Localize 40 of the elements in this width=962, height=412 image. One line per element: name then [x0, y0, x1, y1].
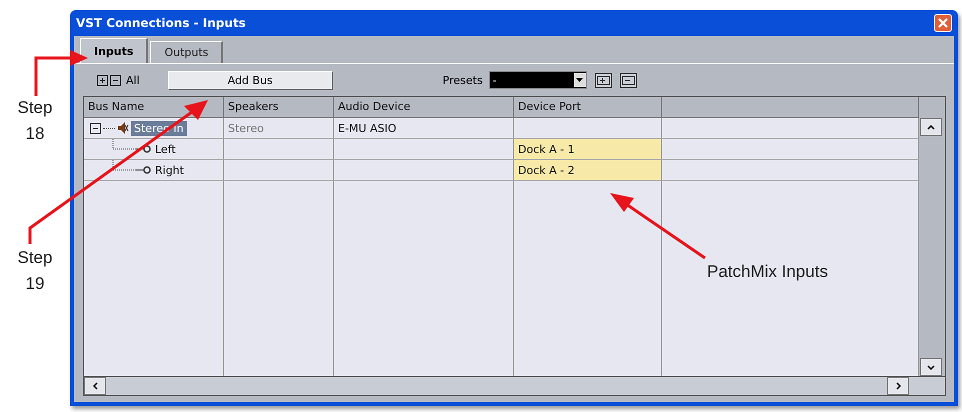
horizontal-scrollbar[interactable] — [84, 376, 945, 395]
callout-label: PatchMix Inputs — [707, 262, 828, 282]
presets-dropdown[interactable]: - — [488, 71, 587, 89]
step-label: Step 18 — [16, 97, 54, 145]
close-button[interactable] — [934, 14, 952, 32]
scroll-left-button[interactable] — [84, 377, 106, 395]
chevron-down-icon — [927, 364, 935, 370]
remove-preset-icon[interactable] — [620, 72, 637, 88]
presets-label: Presets — [442, 74, 483, 86]
table-cell: E-MU ASIO — [334, 118, 514, 139]
vertical-scrollbar[interactable] — [919, 97, 945, 376]
channel-name: Left — [155, 142, 176, 156]
collapse-icon[interactable] — [90, 122, 101, 134]
add-preset-icon[interactable] — [594, 72, 612, 88]
scroll-right-button[interactable] — [887, 377, 909, 395]
scroll-up-button[interactable] — [920, 118, 942, 136]
device-port-cell[interactable]: Dock A - 1 — [514, 139, 662, 160]
chevron-right-icon — [896, 382, 900, 390]
chevron-up-icon — [927, 124, 935, 130]
tab[interactable]: Outputs — [150, 41, 224, 63]
column-header[interactable]: Audio Device — [334, 97, 514, 118]
column-header[interactable]: Bus Name — [84, 97, 224, 118]
close-icon — [937, 17, 949, 29]
device-port-cell[interactable]: Dock A - 2 — [514, 160, 662, 181]
collapse-all-icon[interactable] — [110, 74, 121, 86]
pointer-arrow — [34, 50, 88, 96]
table-cell: Stereo — [224, 118, 334, 139]
chevron-left-icon — [92, 382, 98, 390]
all-label: All — [126, 74, 140, 86]
scroll-down-button[interactable] — [920, 358, 942, 376]
window-title: VST Connections - Inputs — [76, 16, 246, 30]
step-label: Step 19 — [16, 247, 54, 295]
speaker-icon — [117, 121, 129, 135]
column-header[interactable]: Device Port — [514, 97, 662, 118]
expand-all-icon[interactable] — [97, 74, 108, 86]
add-bus-button[interactable]: Add Bus — [168, 70, 333, 90]
channel-name: Right — [155, 164, 184, 176]
tab[interactable]: Inputs — [80, 38, 148, 63]
column-header[interactable]: Speakers — [224, 97, 334, 118]
caret-icon — [576, 78, 584, 82]
